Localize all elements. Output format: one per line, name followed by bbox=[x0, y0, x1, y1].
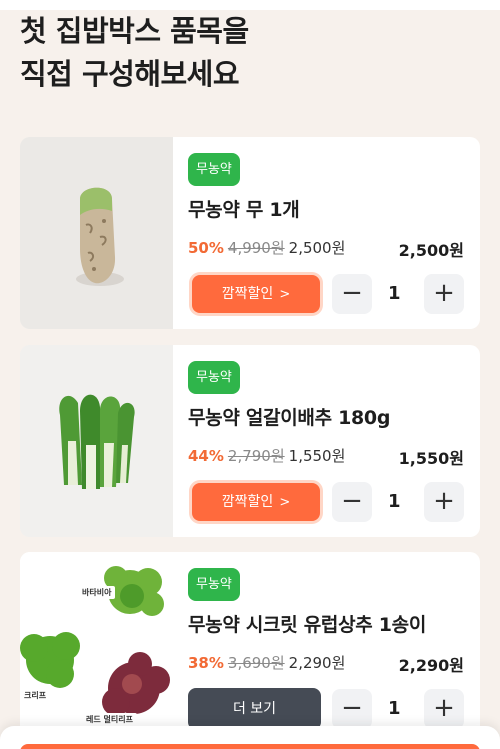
flash-sale-button[interactable]: 깜짝할인 > bbox=[192, 275, 320, 313]
bottom-action-sheet bbox=[0, 726, 500, 749]
status-bar-strip bbox=[0, 0, 500, 10]
discount-rate: 44% bbox=[188, 447, 224, 465]
product-info: 무농약 무농약 얼갈이배추 180g 44% 2,790원 1,550원 1,550… bbox=[188, 345, 480, 537]
decrease-quantity-button[interactable]: − bbox=[332, 274, 372, 314]
chevron-right-icon: > bbox=[279, 495, 291, 510]
price-row: 50% 4,990원 2,500원 bbox=[188, 237, 345, 258]
page-headline: 첫 집밥박스 품목을 직접 구성해보세요 bbox=[20, 10, 249, 96]
see-more-label: 더 보기 bbox=[232, 701, 277, 717]
product-image-cabbage[interactable] bbox=[20, 345, 173, 537]
pesticide-free-badge: 무농약 bbox=[188, 361, 240, 394]
total-price: 1,550원 bbox=[398, 449, 464, 468]
quantity-value: 1 bbox=[388, 698, 401, 719]
increase-quantity-button[interactable]: + bbox=[424, 689, 464, 729]
radish-illustration bbox=[20, 137, 173, 329]
original-price: 3,690원 bbox=[227, 654, 285, 672]
product-image-lettuce[interactable]: 바타비아 크리프 레드 멀티리프 bbox=[20, 552, 173, 744]
product-name[interactable]: 무농약 시크릿 유럽상추 1송이 bbox=[188, 610, 426, 637]
original-price: 4,990원 bbox=[227, 239, 285, 257]
headline-line-1: 첫 집밥박스 품목을 bbox=[20, 14, 249, 48]
discount-rate: 38% bbox=[188, 654, 224, 672]
product-info: 무농약 무농약 무 1개 50% 4,990원 2,500원 2,500원 깜짝할인… bbox=[188, 137, 480, 329]
product-card[interactable]: 무농약 무농약 무 1개 50% 4,990원 2,500원 2,500원 깜짝할인… bbox=[20, 137, 480, 329]
decrease-quantity-button[interactable]: − bbox=[332, 689, 372, 729]
flash-sale-label: 깜짝할인 bbox=[221, 494, 274, 510]
increase-quantity-button[interactable]: + bbox=[424, 274, 464, 314]
cabbage-illustration bbox=[20, 345, 173, 537]
price-row: 38% 3,690원 2,290원 bbox=[188, 652, 345, 673]
pesticide-free-badge: 무농약 bbox=[188, 153, 240, 186]
total-price: 2,290원 bbox=[398, 656, 464, 675]
variety-label: 크리프 bbox=[20, 689, 51, 702]
quantity-value: 1 bbox=[388, 491, 401, 512]
flash-sale-button[interactable]: 깜짝할인 > bbox=[192, 483, 320, 521]
product-name[interactable]: 무농약 얼갈이배추 180g bbox=[188, 403, 390, 430]
see-more-button[interactable]: 더 보기 bbox=[188, 688, 321, 730]
sale-price: 2,500원 bbox=[288, 239, 346, 257]
variety-label: 바타비아 bbox=[78, 586, 116, 599]
flash-sale-label: 깜짝할인 bbox=[221, 286, 274, 302]
quantity-value: 1 bbox=[388, 283, 401, 304]
price-row: 44% 2,790원 1,550원 bbox=[188, 445, 345, 466]
product-image-radish[interactable] bbox=[20, 137, 173, 329]
total-price: 2,500원 bbox=[398, 241, 464, 260]
variety-label: 레드 멀티리프 bbox=[82, 713, 137, 726]
discount-rate: 50% bbox=[188, 239, 224, 257]
decrease-quantity-button[interactable]: − bbox=[332, 482, 372, 522]
sale-price: 1,550원 bbox=[288, 447, 346, 465]
chevron-right-icon: > bbox=[279, 287, 291, 302]
primary-cta-button[interactable] bbox=[20, 744, 480, 749]
product-name[interactable]: 무농약 무 1개 bbox=[188, 195, 300, 222]
increase-quantity-button[interactable]: + bbox=[424, 482, 464, 522]
product-card[interactable]: 무농약 무농약 얼갈이배추 180g 44% 2,790원 1,550원 1,550… bbox=[20, 345, 480, 537]
headline-line-2: 직접 구성해보세요 bbox=[20, 57, 240, 91]
product-card[interactable]: 바타비아 크리프 레드 멀티리프 무농약 무농약 시크릿 유럽상추 1송이 38… bbox=[20, 552, 480, 744]
product-info: 무농약 무농약 시크릿 유럽상추 1송이 38% 3,690원 2,290원 2,2… bbox=[188, 552, 480, 744]
original-price: 2,790원 bbox=[227, 447, 285, 465]
pesticide-free-badge: 무농약 bbox=[188, 568, 240, 601]
sale-price: 2,290원 bbox=[288, 654, 346, 672]
